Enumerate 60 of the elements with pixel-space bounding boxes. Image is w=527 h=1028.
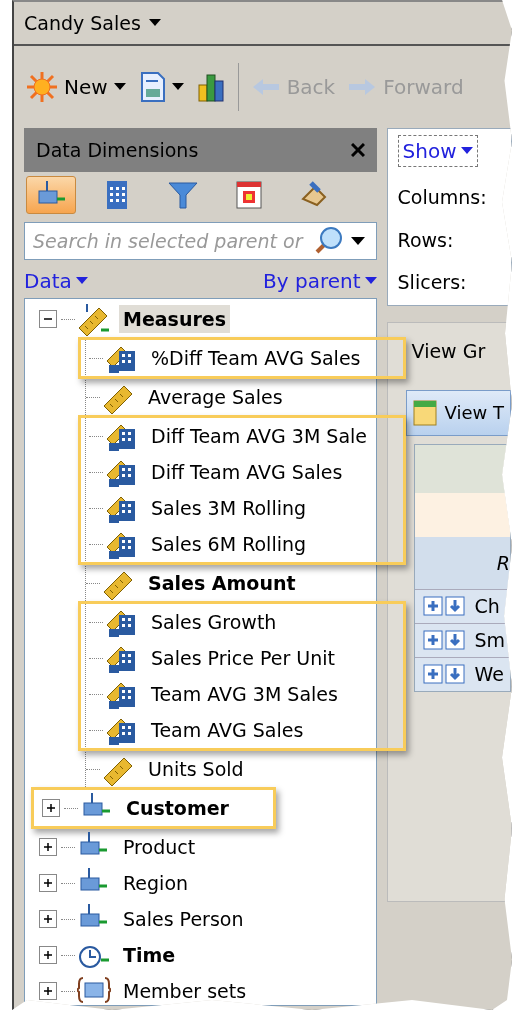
tree-leaf[interactable]: Team AVG 3M Sales [147, 679, 342, 709]
expand-toggle[interactable] [39, 910, 57, 928]
filter-icon [167, 179, 199, 211]
expand-icon[interactable] [422, 596, 467, 616]
expand-icon[interactable] [422, 664, 467, 684]
tree-item[interactable]: Region [119, 868, 193, 898]
search-field[interactable]: Search in selected parent or [24, 222, 377, 260]
bar-chart-icon[interactable] [195, 71, 226, 103]
caret-icon[interactable] [148, 19, 161, 27]
sort-menu[interactable]: By parent [263, 266, 377, 296]
ruler-icon [77, 302, 111, 336]
row-label: Sm [474, 627, 506, 653]
window-title: Candy Sales [24, 10, 141, 36]
panel-title: Data Dimensions [36, 137, 199, 163]
tree-item[interactable]: Sales Person [119, 904, 248, 934]
new-button[interactable]: New [26, 71, 126, 103]
expand-icon[interactable] [422, 630, 467, 650]
window-icon [412, 399, 437, 426]
tool-button[interactable] [26, 176, 76, 214]
view-tab[interactable]: View T [405, 389, 511, 436]
expand-toggle[interactable] [42, 799, 60, 817]
expand-toggle[interactable] [39, 838, 57, 856]
axis-label: Slicers: [397, 270, 468, 295]
caret-icon[interactable] [113, 83, 126, 91]
caret-icon[interactable] [460, 147, 473, 155]
collapse-toggle[interactable] [39, 310, 57, 328]
tree-item[interactable]: Time [119, 940, 180, 970]
tree-item[interactable]: Customer [122, 793, 233, 823]
tree-leaf[interactable]: Sales Growth [147, 607, 281, 637]
tree-leaf[interactable]: Units Sold [144, 754, 248, 784]
caret-icon[interactable] [171, 83, 184, 91]
tree-leaf[interactable]: Team AVG Sales [147, 715, 308, 745]
tab-label[interactable]: View Gr [411, 337, 486, 366]
expand-toggle[interactable] [39, 874, 57, 892]
tree-leaf[interactable]: Sales 3M Rolling [147, 493, 311, 523]
row-label: Ch [474, 593, 500, 619]
grid-header: R [414, 536, 510, 589]
close-icon[interactable] [350, 143, 365, 157]
tree-leaf[interactable]: Sales 6M Rolling [147, 529, 311, 559]
caret-icon[interactable] [364, 277, 377, 285]
caret-icon[interactable] [75, 277, 88, 285]
tree-leaf[interactable]: Sales Amount [144, 568, 300, 598]
calendar-icon [233, 179, 265, 211]
tree-leaf[interactable]: Diff Team AVG Sales [147, 457, 347, 487]
tree-item[interactable]: Member sets [119, 976, 251, 1006]
axis-label: Columns: [397, 185, 488, 210]
tree-leaf[interactable]: Diff Team AVG 3M Sale [147, 421, 372, 451]
caret-icon[interactable] [351, 237, 365, 245]
tree-item[interactable]: Measures [119, 304, 230, 334]
tree-leaf[interactable]: Sales Price Per Unit [147, 643, 339, 673]
data-menu[interactable]: Data [24, 266, 88, 296]
expand-toggle[interactable] [39, 946, 57, 964]
show-menu[interactable]: Show [397, 135, 478, 167]
axis-label: Rows: [397, 227, 455, 253]
tree-leaf[interactable]: %Diff Team AVG Sales [147, 343, 365, 373]
sun-icon [26, 71, 58, 103]
tree-leaf[interactable]: Average Sales [144, 382, 287, 412]
expand-toggle[interactable] [39, 982, 57, 1000]
tree-item[interactable]: Product [119, 832, 200, 862]
row-label: We [474, 661, 504, 687]
